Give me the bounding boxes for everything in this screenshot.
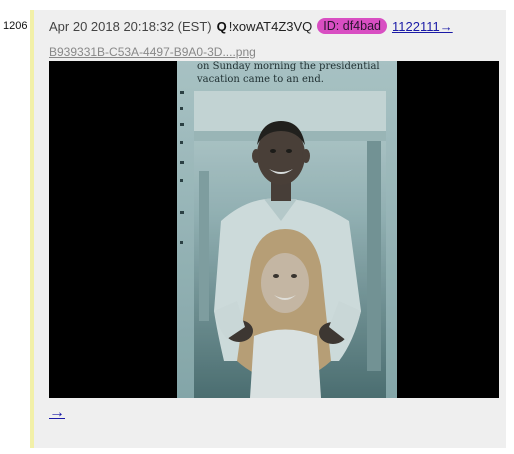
post-date: Apr 20 2018 20:18:32 (EST) bbox=[49, 18, 212, 34]
newspaper-photo-image: on Sunday morning the presidential vacat… bbox=[177, 61, 397, 398]
post-number: 1206 bbox=[3, 20, 28, 32]
id-badge[interactable]: ID: df4bad bbox=[317, 18, 387, 34]
image-filename-link[interactable]: B939331B-C53A-4497-B9A0-3D....png bbox=[49, 45, 256, 59]
q-marker: Q bbox=[216, 18, 227, 34]
next-post-link[interactable]: → bbox=[49, 404, 65, 422]
post-image[interactable]: on Sunday morning the presidential vacat… bbox=[49, 61, 499, 398]
post-card: Apr 20 2018 20:18:32 (EST) Q !xowAT4Z3VQ… bbox=[30, 10, 506, 448]
reply-link[interactable]: 1122111→ bbox=[392, 19, 453, 34]
post-header: Apr 20 2018 20:18:32 (EST) Q !xowAT4Z3VQ… bbox=[49, 18, 453, 34]
tripcode: !xowAT4Z3VQ bbox=[228, 18, 313, 34]
